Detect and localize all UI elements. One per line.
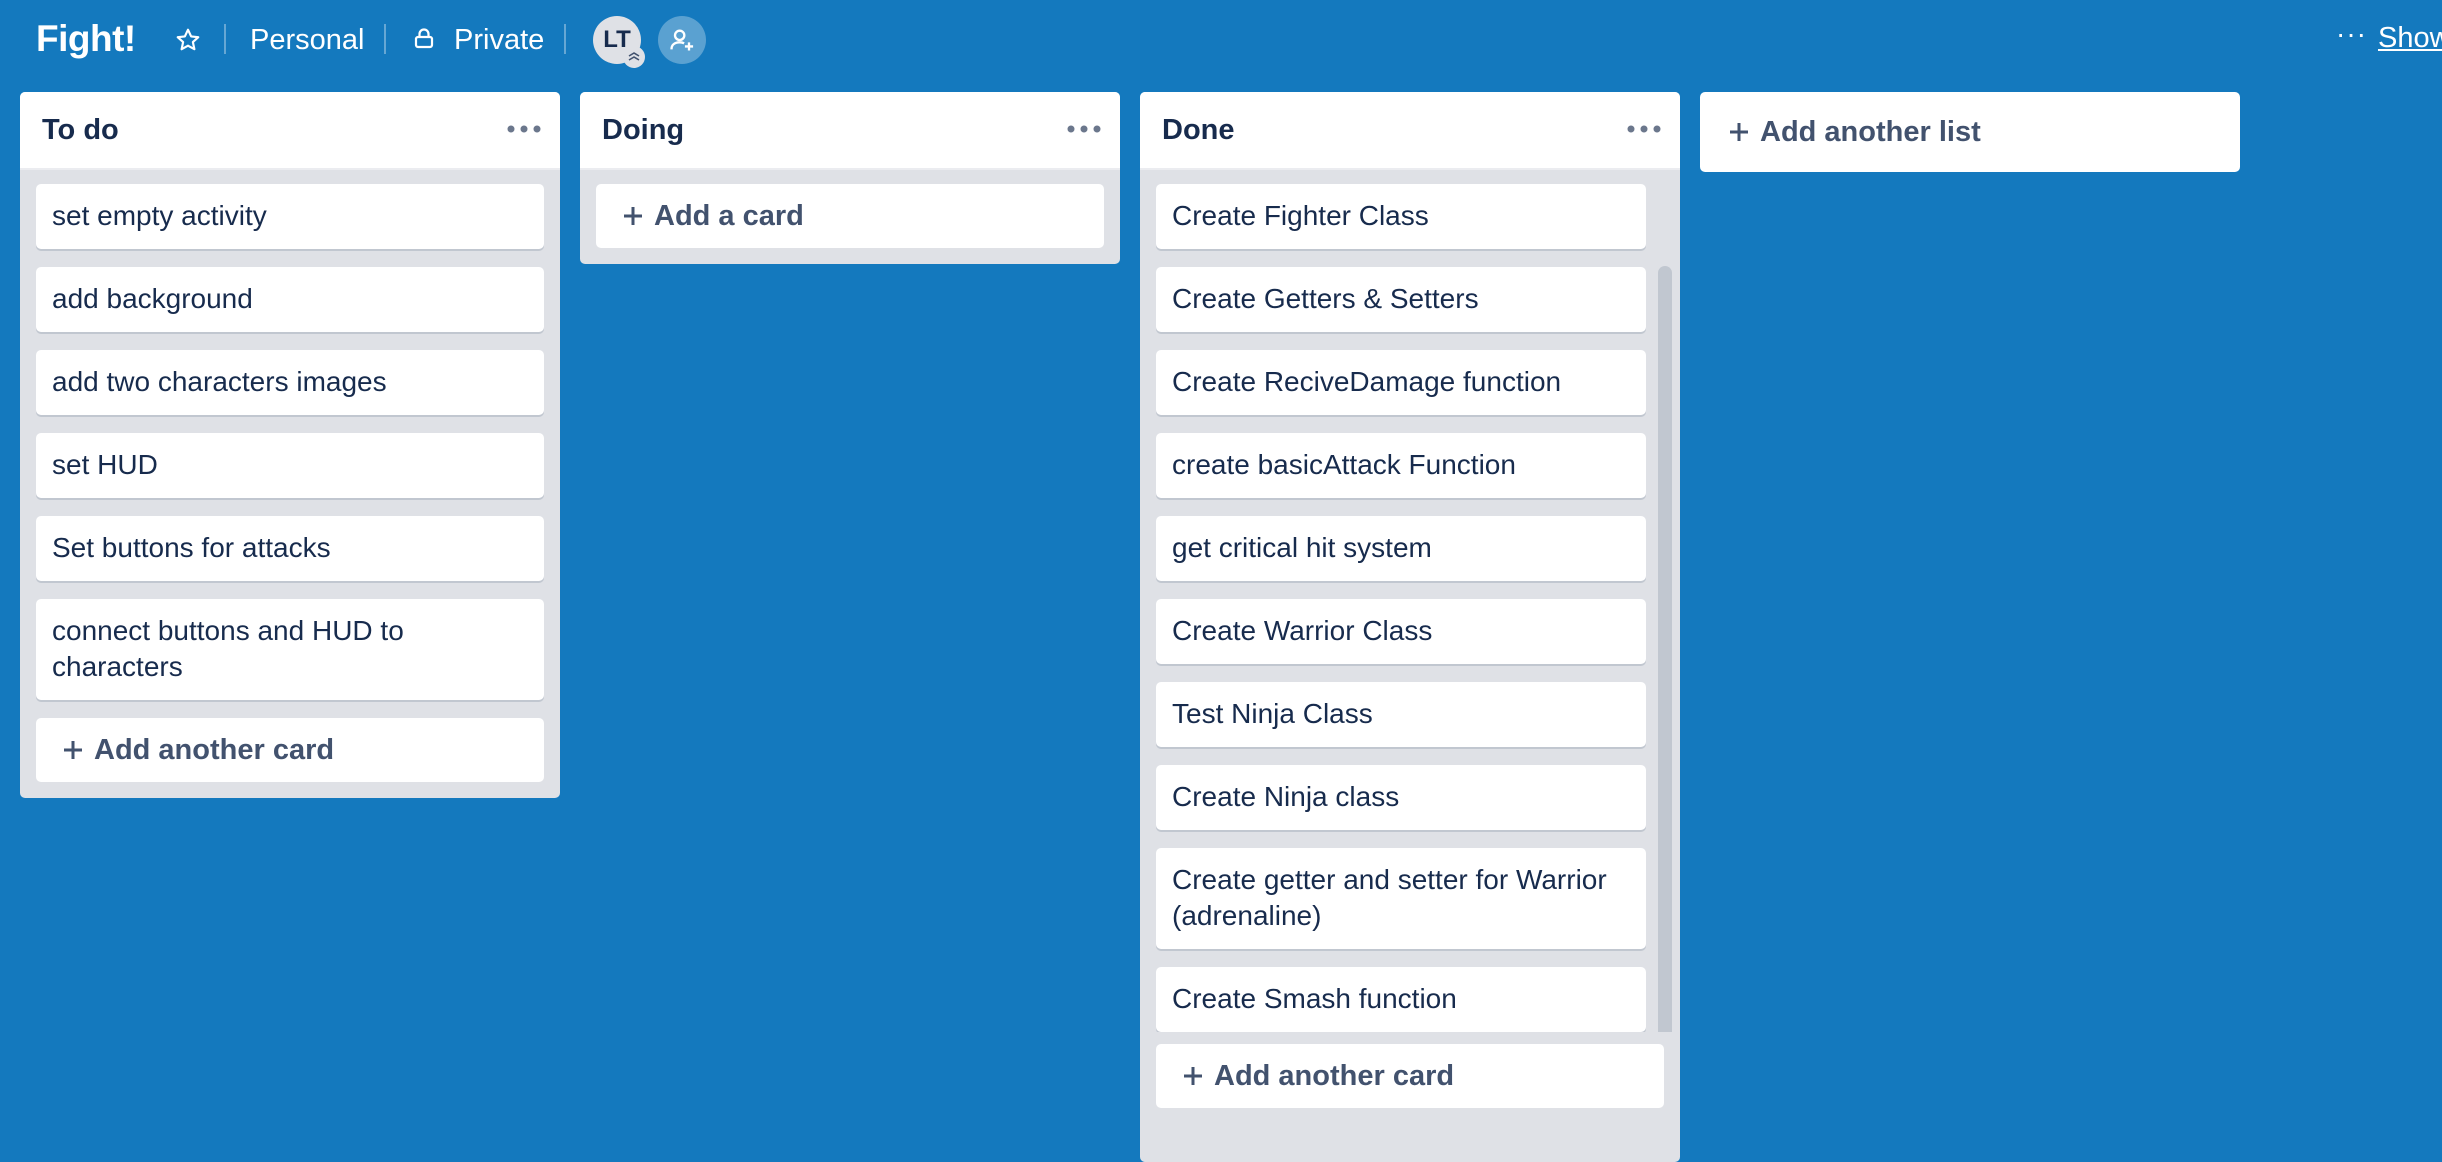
list-scrollbar[interactable] [1658, 266, 1672, 1032]
list-title[interactable]: Doing [602, 114, 684, 147]
plus-icon [1182, 1065, 1204, 1087]
card[interactable]: Create ReciveDamage function [1156, 350, 1646, 415]
add-card-button[interactable]: Add another card [36, 718, 544, 782]
team-button[interactable]: Personal [250, 20, 364, 60]
plus-icon [622, 205, 644, 227]
header-divider [224, 24, 226, 54]
star-icon [176, 28, 200, 51]
more-horizontal-icon [507, 125, 541, 133]
board-header: Fight! Personal Private LT ··· Show [0, 0, 2442, 80]
admin-chevron-icon [623, 46, 645, 68]
card[interactable]: add two characters images [36, 350, 544, 415]
more-horizontal-icon [1627, 125, 1661, 133]
add-card-button[interactable]: Add another card [1156, 1044, 1664, 1108]
add-member-icon [670, 29, 694, 51]
card[interactable]: get critical hit system [1156, 516, 1646, 581]
add-card-button[interactable]: Add a card [596, 184, 1104, 248]
team-label: Personal [250, 23, 365, 56]
add-card-label: Add a card [654, 199, 804, 232]
plus-icon [62, 739, 84, 761]
card[interactable]: Set buttons for attacks [36, 516, 544, 581]
list-to-do: To do set empty activity add background … [20, 92, 560, 798]
list-cards: Create Fighter Class Create Getters & Se… [1140, 170, 1680, 1032]
list-header: Done [1140, 92, 1680, 170]
list-header: To do [20, 92, 560, 170]
add-list-button[interactable]: Add another list [1700, 92, 2240, 172]
card[interactable]: add background [36, 267, 544, 332]
add-card-label: Add another card [1214, 1059, 1455, 1092]
list-doing: Doing Add a card [580, 92, 1120, 264]
card[interactable]: Create Fighter Class [1156, 184, 1646, 249]
header-divider [384, 24, 386, 54]
show-menu-link[interactable]: Show [2378, 22, 2442, 55]
invite-member-button[interactable] [658, 16, 706, 64]
board-title[interactable]: Fight! [36, 18, 136, 60]
list-done: Done Create Fighter Class Create Getters… [1140, 92, 1680, 1162]
card[interactable]: Create Smash function [1156, 967, 1646, 1032]
card[interactable]: set empty activity [36, 184, 544, 249]
star-button[interactable] [170, 22, 206, 58]
card[interactable]: Create getter and setter for Warrior (ad… [1156, 848, 1646, 949]
list-footer: Add another card [1140, 1032, 1680, 1108]
add-list-label: Add another list [1760, 115, 1981, 148]
list-menu-button[interactable] [1064, 114, 1104, 144]
list-header: Doing [580, 92, 1120, 170]
list-cards-scroll[interactable]: Create Fighter Class Create Getters & Se… [1140, 170, 1680, 1032]
card[interactable]: Create Getters & Setters [1156, 267, 1646, 332]
more-horizontal-icon [1067, 125, 1101, 133]
card[interactable]: connect buttons and HUD to characters [36, 599, 544, 700]
card[interactable]: Test Ninja Class [1156, 682, 1646, 747]
card[interactable]: Create Warrior Class [1156, 599, 1646, 664]
visibility-button[interactable]: Private [412, 20, 544, 60]
show-menu-ellipsis[interactable]: ··· [2336, 18, 2367, 50]
member-avatar[interactable]: LT [593, 16, 645, 68]
header-divider [564, 24, 566, 54]
list-cards: Add a card [580, 170, 1120, 248]
card[interactable]: create basicAttack Function [1156, 433, 1646, 498]
visibility-label: Private [454, 23, 545, 56]
card[interactable]: set HUD [36, 433, 544, 498]
list-title[interactable]: Done [1162, 114, 1235, 147]
list-menu-button[interactable] [1624, 114, 1664, 144]
lock-icon [412, 26, 440, 54]
list-menu-button[interactable] [504, 114, 544, 144]
add-card-label: Add another card [94, 733, 335, 766]
list-title[interactable]: To do [42, 114, 119, 147]
plus-icon [1728, 121, 1750, 143]
card[interactable]: Create Ninja class [1156, 765, 1646, 830]
list-cards: set empty activity add background add tw… [20, 170, 560, 782]
